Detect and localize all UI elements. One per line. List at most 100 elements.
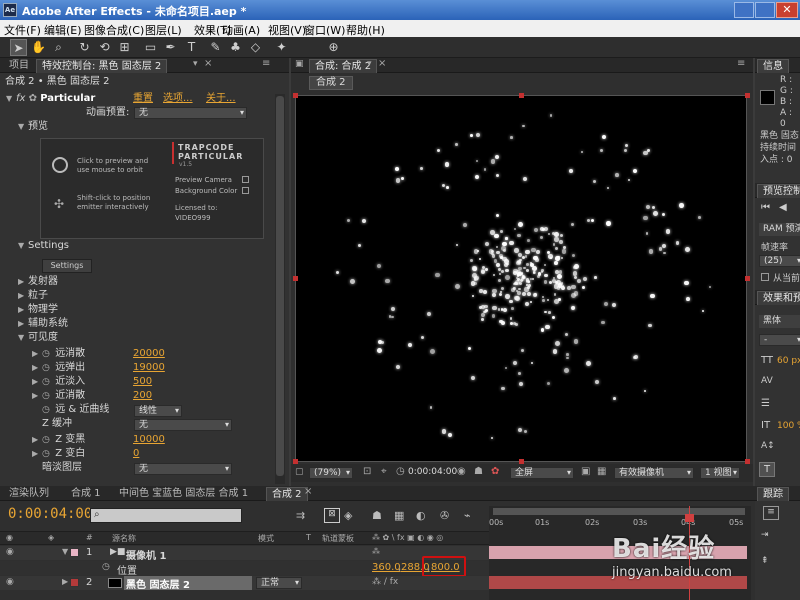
comp-subtab[interactable]: 合成 2 (309, 76, 353, 90)
menu-edit[interactable]: 编辑(E) (44, 22, 82, 38)
transform-handle[interactable] (745, 93, 750, 98)
stopwatch-icon[interactable]: ◷ (42, 389, 52, 403)
tab-close-icon[interactable]: × (204, 58, 212, 69)
preview-camera-checkbox[interactable] (242, 176, 249, 183)
transparency-grid-icon[interactable]: ▦ (597, 466, 606, 477)
first-frame-icon[interactable]: ⏮ (761, 202, 770, 213)
far-vanish-expand-icon[interactable]: ▶ (32, 347, 42, 361)
minimize-button[interactable] (734, 2, 754, 18)
menu-file[interactable]: 文件(F) (4, 22, 41, 38)
tab-info[interactable]: 信息 (757, 59, 789, 73)
far-start-expand-icon[interactable]: ▶ (32, 361, 42, 375)
menu-layer[interactable]: 图层(L) (145, 22, 182, 38)
position-x[interactable]: 360.0 (372, 562, 401, 573)
motion-blur-icon[interactable]: ◐ (416, 509, 426, 522)
layer-label-color[interactable] (70, 578, 79, 587)
z-blur-expand-icon[interactable]: ▶ (32, 433, 42, 447)
menu-animation[interactable]: 动画(A) (222, 22, 260, 38)
timeline-timecode[interactable]: 0:00:04:00 (8, 506, 92, 522)
effect-controls-scrollbar[interactable] (275, 94, 285, 484)
physics-expand-icon[interactable]: ▶ (18, 303, 28, 317)
align-left-icon[interactable]: ≡ (763, 506, 779, 520)
tab-project[interactable]: 项目 (4, 59, 34, 73)
visibility-expand-icon[interactable]: ▼ (18, 331, 28, 345)
layer-search-input[interactable]: ⌕ (90, 508, 242, 523)
rectangle-tool-icon[interactable]: ▭ (142, 39, 159, 56)
close-button[interactable]: ✕ (776, 2, 798, 18)
zoom-tool-icon[interactable]: ⌕ (50, 39, 67, 56)
layer-row[interactable]: ◉ ▶ 2 黑色 固态层 2 正常 ⁂ / fx (0, 576, 490, 591)
aux-expand-icon[interactable]: ▶ (18, 317, 28, 331)
layer-name[interactable]: 摄像机 1 (126, 547, 166, 562)
z-buffer-dropdown[interactable]: 无 (134, 419, 232, 431)
stopwatch-icon[interactable]: ◷ (42, 447, 52, 461)
tab-close-icon[interactable]: × (378, 58, 386, 69)
safe-zones-icon[interactable]: ⊡ (363, 466, 371, 477)
stopwatch-icon[interactable]: ◷ (42, 433, 52, 447)
transform-handle[interactable] (293, 93, 298, 98)
preset-dropdown[interactable]: 无 (134, 107, 247, 119)
hand-tool-icon[interactable]: ✋ (30, 39, 47, 56)
hide-shy-icon[interactable]: ☗ (372, 509, 382, 522)
from-current-checkbox[interactable] (761, 273, 769, 281)
view-layout-dropdown[interactable]: 1 视图 (700, 467, 740, 479)
visibility-eye-icon[interactable]: ◉ (6, 547, 14, 557)
reset-link[interactable]: 重置 (133, 92, 153, 106)
z-black-value[interactable]: 0 (133, 447, 139, 461)
comp-mini-flowchart-icon[interactable]: ⇉ (296, 509, 305, 522)
faux-bold-button[interactable]: T (759, 462, 775, 477)
font-family-field[interactable]: 黑体 (759, 315, 800, 328)
zoom-dropdown[interactable]: (79%) (309, 467, 353, 479)
tab-dropdown-icon[interactable]: ▾ (193, 59, 198, 69)
channel-icon[interactable]: ✿ (491, 466, 499, 477)
eraser-tool-icon[interactable]: ◇ (247, 39, 264, 56)
layer-expand-icon[interactable]: ▼ (62, 547, 68, 556)
stopwatch-icon[interactable]: ◷ (42, 403, 52, 417)
rotate-tool-icon[interactable]: ↻ (76, 39, 93, 56)
layer-row[interactable]: ◉ ▼ 1 ▶■ 摄像机 1 ⁂ (0, 546, 490, 562)
tab-solid-comp-1[interactable]: 中间色 宝蓝色 固态层 合成 1 (114, 487, 253, 501)
axis-mode-icon[interactable]: ⊕ (325, 39, 342, 56)
tab-comp-2[interactable]: 合成 2 (266, 487, 308, 501)
tab-dropdown-icon[interactable]: ▾ (367, 59, 372, 69)
layer-expand-icon[interactable]: ▶ (62, 577, 68, 586)
tab-effect-controls[interactable]: 特效控制台: 黑色 固态层 2 (36, 59, 168, 73)
panel-menu-icon[interactable]: ≡ (737, 58, 745, 69)
stopwatch-icon[interactable]: ◷ (42, 361, 52, 375)
tab-comp-1[interactable]: 合成 1 (66, 487, 106, 501)
tab-preview-controls[interactable]: 预览控制 (757, 184, 800, 198)
near-fade-expand-icon[interactable]: ▶ (32, 375, 42, 389)
far-start-value[interactable]: 19000 (133, 361, 165, 375)
layer-name[interactable]: 黑色 固态层 2 (124, 576, 252, 591)
near-fade-value[interactable]: 500 (133, 375, 152, 389)
menu-help[interactable]: 帮助(H) (346, 22, 385, 38)
background-color-checkbox[interactable] (242, 187, 249, 194)
near-vanish-value[interactable]: 200 (133, 389, 152, 403)
tab-tracker[interactable]: 跟踪 (757, 487, 789, 501)
lock-icon[interactable]: ▣ (295, 59, 304, 69)
menu-composition[interactable]: 图像合成(C) (84, 22, 144, 38)
about-link[interactable]: 关于... (206, 92, 236, 106)
particular-preview-box[interactable]: Click to preview and use mouse to orbit … (40, 138, 264, 239)
z-black-expand-icon[interactable]: ▶ (32, 447, 42, 461)
composition-viewer[interactable] (293, 93, 750, 464)
resolution-dropdown[interactable]: 全屏 (510, 467, 574, 479)
menu-window[interactable]: 窗口(W) (304, 22, 345, 38)
far-vanish-value[interactable]: 20000 (133, 347, 165, 361)
near-vanish-expand-icon[interactable]: ▶ (32, 389, 42, 403)
clone-stamp-tool-icon[interactable]: ♣ (227, 39, 244, 56)
work-area-bar[interactable] (493, 508, 745, 515)
tab-close-icon[interactable]: × (304, 486, 312, 497)
snapshot-icon[interactable]: ◉ (457, 466, 466, 477)
fx-icon[interactable]: fx (16, 93, 25, 104)
frame-blending-icon[interactable]: ▦ (394, 509, 404, 522)
stopwatch-icon[interactable]: ◷ (42, 375, 52, 389)
brainstorm-icon[interactable]: ✇ (440, 509, 449, 522)
options-link[interactable]: 选项... (163, 92, 193, 106)
visibility-eye-icon[interactable]: ◉ (6, 577, 14, 587)
stopwatch-icon[interactable]: ◷ (102, 562, 110, 572)
playhead-handle[interactable] (685, 514, 694, 522)
prev-frame-icon[interactable]: ◀ (779, 202, 787, 213)
preview-expand-icon[interactable]: ▼ (18, 120, 28, 134)
graph-editor-icon[interactable]: ⌁ (464, 509, 471, 522)
